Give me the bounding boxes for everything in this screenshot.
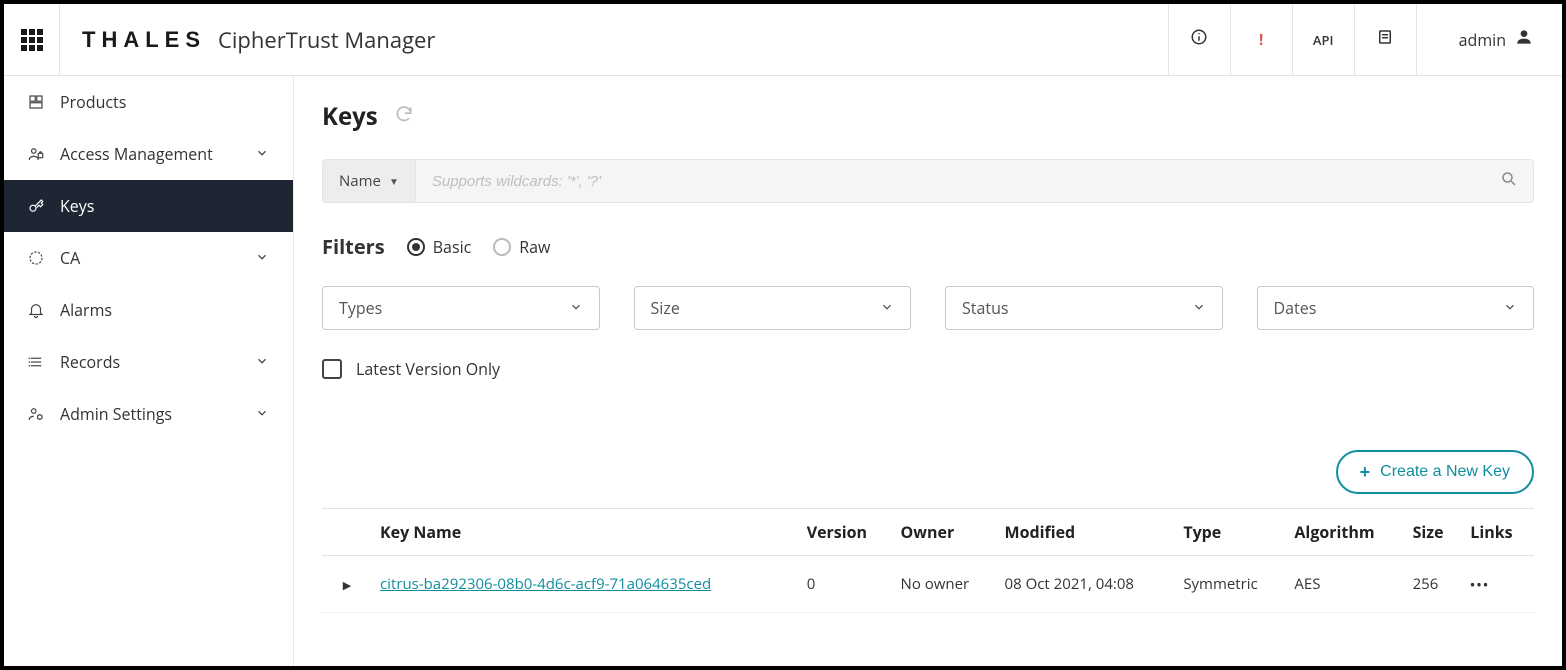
- key-name-link[interactable]: citrus-ba292306-08b0-4d6c-acf9-71a064635…: [380, 574, 711, 594]
- sidebar-item-label: Access Management: [60, 143, 241, 165]
- caret-down-icon: ▼: [389, 174, 399, 188]
- chevron-down-icon: [569, 297, 583, 319]
- table-row: ▶ citrus-ba292306-08b0-4d6c-acf9-71a0646…: [322, 556, 1534, 613]
- cell-version: 0: [799, 556, 893, 613]
- keys-table: Key Name Version Owner Modified Type Alg…: [322, 508, 1534, 613]
- latest-version-checkbox[interactable]: [322, 359, 342, 379]
- sidebar-item-label: Alarms: [60, 299, 271, 321]
- filter-status[interactable]: Status: [945, 286, 1223, 330]
- records-icon: [26, 353, 46, 371]
- cell-owner: No owner: [893, 556, 997, 613]
- user-icon: [1514, 27, 1534, 52]
- dropdown-label: Types: [339, 297, 382, 319]
- sidebar-item-label: CA: [60, 247, 241, 269]
- sidebar-item-access-management[interactable]: Access Management: [4, 128, 293, 180]
- brand-logo: THALES: [82, 27, 206, 53]
- chevron-down-icon: [255, 247, 271, 269]
- apps-icon: [21, 29, 43, 51]
- docs-icon: [1376, 28, 1394, 51]
- col-owner[interactable]: Owner: [893, 509, 997, 556]
- search-field-label: Name: [339, 171, 381, 191]
- plus-icon: +: [1360, 462, 1371, 483]
- sidebar-item-products[interactable]: Products: [4, 76, 293, 128]
- key-icon: [26, 197, 46, 215]
- create-key-label: Create a New Key: [1380, 463, 1510, 481]
- info-icon: [1190, 28, 1208, 51]
- cell-algorithm: AES: [1286, 556, 1404, 613]
- dropdown-label: Status: [962, 297, 1009, 319]
- user-menu[interactable]: admin: [1416, 4, 1562, 75]
- col-algorithm[interactable]: Algorithm: [1286, 509, 1404, 556]
- user-label: admin: [1459, 29, 1506, 51]
- search-bar: Name ▼: [322, 159, 1534, 203]
- cell-modified: 08 Oct 2021, 04:08: [997, 556, 1176, 613]
- chevron-down-icon: [880, 297, 894, 319]
- col-modified[interactable]: Modified: [997, 509, 1176, 556]
- bell-icon: [26, 301, 46, 319]
- sidebar-item-alarms[interactable]: Alarms: [4, 284, 293, 336]
- search-icon: [1500, 170, 1518, 193]
- sidebar: Products Access Management Keys CA: [4, 76, 294, 666]
- sidebar-item-label: Products: [60, 91, 271, 113]
- radio-icon: [493, 238, 511, 256]
- brand: THALES CipherTrust Manager: [60, 4, 1168, 75]
- chevron-down-icon: [255, 351, 271, 373]
- col-type[interactable]: Type: [1175, 509, 1286, 556]
- sidebar-item-keys[interactable]: Keys: [4, 180, 293, 232]
- alert-button[interactable]: !: [1230, 4, 1292, 75]
- page-title: Keys: [322, 100, 378, 133]
- expand-row-button[interactable]: ▶: [343, 578, 351, 593]
- info-button[interactable]: [1168, 4, 1230, 75]
- col-links[interactable]: Links: [1462, 509, 1534, 556]
- create-key-button[interactable]: + Create a New Key: [1336, 450, 1534, 494]
- radio-label: Raw: [519, 236, 550, 258]
- sidebar-item-ca[interactable]: CA: [4, 232, 293, 284]
- sidebar-item-label: Admin Settings: [60, 403, 241, 425]
- search-button[interactable]: [1485, 160, 1533, 202]
- filter-mode-raw[interactable]: Raw: [493, 236, 550, 258]
- radio-label: Basic: [433, 236, 472, 258]
- chevron-down-icon: [255, 403, 271, 425]
- apps-button[interactable]: [4, 4, 60, 75]
- search-input[interactable]: [416, 160, 1485, 202]
- filter-mode-basic[interactable]: Basic: [407, 236, 472, 258]
- chevron-down-icon: [1192, 297, 1206, 319]
- filter-dates[interactable]: Dates: [1257, 286, 1535, 330]
- radio-icon: [407, 238, 425, 256]
- api-label: API: [1313, 31, 1334, 49]
- chevron-down-icon: [255, 143, 271, 165]
- sidebar-item-label: Keys: [60, 195, 271, 217]
- filter-size[interactable]: Size: [634, 286, 912, 330]
- dropdown-label: Size: [651, 297, 680, 319]
- dropdown-label: Dates: [1274, 297, 1317, 319]
- cell-size: 256: [1405, 556, 1463, 613]
- products-icon: [26, 93, 46, 111]
- filter-types[interactable]: Types: [322, 286, 600, 330]
- sidebar-item-admin-settings[interactable]: Admin Settings: [4, 388, 293, 440]
- people-lock-icon: [26, 145, 46, 163]
- main-content: Keys Name ▼ Filters Basic: [294, 76, 1562, 666]
- alert-icon: !: [1259, 30, 1263, 50]
- filters-label: Filters: [322, 233, 385, 260]
- brand-product: CipherTrust Manager: [218, 25, 435, 55]
- col-key-name[interactable]: Key Name: [372, 509, 799, 556]
- cell-type: Symmetric: [1175, 556, 1286, 613]
- sidebar-item-label: Records: [60, 351, 241, 373]
- sidebar-item-records[interactable]: Records: [4, 336, 293, 388]
- search-field-selector[interactable]: Name ▼: [323, 160, 416, 202]
- chevron-down-icon: [1503, 297, 1517, 319]
- latest-version-label: Latest Version Only: [356, 358, 500, 380]
- ca-icon: [26, 249, 46, 267]
- api-link[interactable]: API: [1292, 4, 1354, 75]
- row-actions-button[interactable]: •••: [1470, 576, 1490, 593]
- refresh-button[interactable]: [394, 104, 414, 129]
- admin-icon: [26, 405, 46, 423]
- col-size[interactable]: Size: [1405, 509, 1463, 556]
- col-version[interactable]: Version: [799, 509, 893, 556]
- docs-button[interactable]: [1354, 4, 1416, 75]
